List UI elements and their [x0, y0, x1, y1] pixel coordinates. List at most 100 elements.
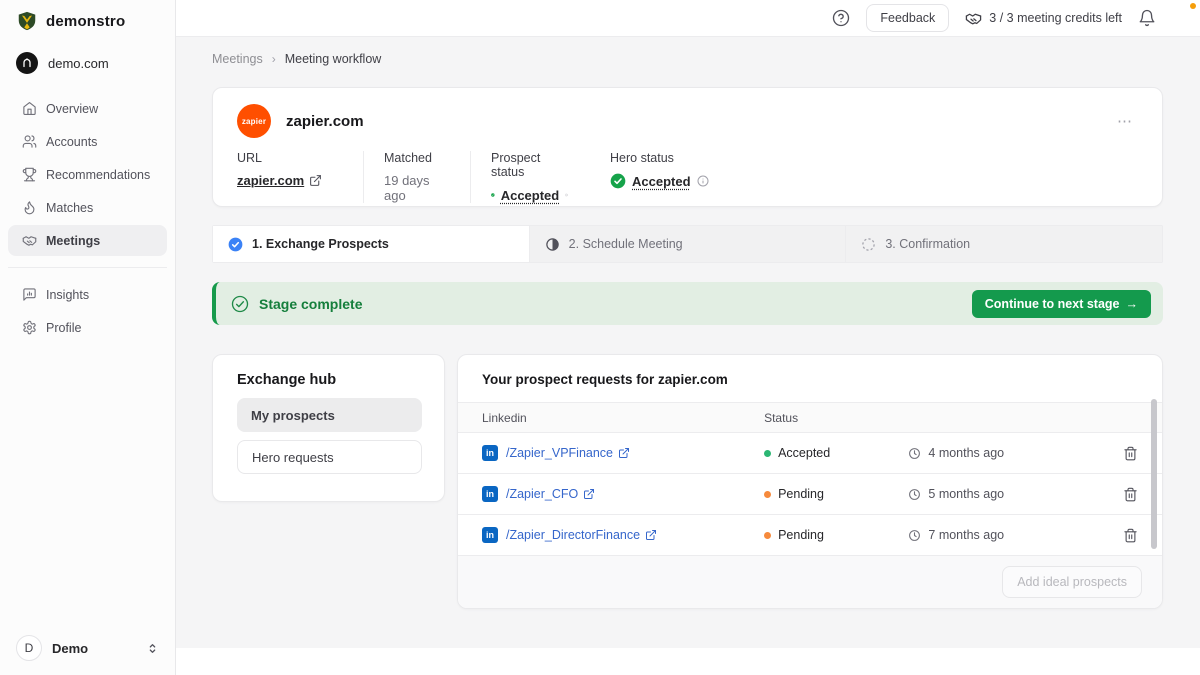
workflow-stepper: 1. Exchange Prospects 2. Schedule Meetin…	[212, 225, 1163, 263]
brand-name: demonstro	[46, 13, 125, 30]
external-link-icon	[618, 447, 630, 459]
users-icon	[22, 134, 37, 149]
table-title: Your prospect requests for zapier.com	[458, 355, 1162, 402]
sidebar-item-label: Insights	[46, 288, 89, 302]
status-dot	[764, 491, 771, 498]
feedback-button[interactable]: Feedback	[866, 4, 949, 32]
sidebar-item-accounts[interactable]: Accounts	[8, 126, 167, 157]
sidebar-divider	[8, 267, 167, 268]
trash-icon[interactable]	[1123, 446, 1138, 461]
add-ideal-prospects-button[interactable]: Add ideal prospects	[1002, 566, 1142, 598]
sidebar-item-label: Profile	[46, 321, 81, 335]
step-exchange-prospects[interactable]: 1. Exchange Prospects	[212, 225, 530, 263]
breadcrumb-current: Meeting workflow	[285, 52, 382, 66]
prospect-status-value[interactable]: Accepted	[501, 188, 560, 203]
tab-my-prospects[interactable]: My prospects	[237, 398, 422, 432]
help-icon[interactable]	[832, 9, 850, 27]
prospect-requests-card: Your prospect requests for zapier.com Li…	[457, 354, 1163, 609]
demonstro-logo-icon	[16, 10, 38, 32]
meta-label: Matched	[384, 151, 448, 165]
time-ago: 4 months ago	[928, 446, 1004, 460]
trash-icon[interactable]	[1123, 528, 1138, 543]
status-dot	[764, 532, 771, 539]
exchange-hub-title: Exchange hub	[237, 372, 422, 388]
meta-url: URL zapier.com	[237, 151, 363, 203]
meta-matched: Matched 19 days ago	[363, 151, 470, 203]
linkedin-profile-link[interactable]: /Zapier_CFO	[506, 487, 595, 501]
trash-icon[interactable]	[1123, 487, 1138, 502]
more-options-icon[interactable]: ⋯	[1113, 112, 1138, 131]
sidebar-item-profile[interactable]: Profile	[8, 312, 167, 343]
user-switcher[interactable]: D Demo	[0, 621, 175, 675]
chart-bubble-icon	[22, 287, 37, 302]
clock-icon	[908, 447, 921, 460]
meta-prospect-status: Prospect status Accepted	[470, 151, 590, 203]
bell-icon[interactable]	[1138, 9, 1156, 27]
hero-status-value[interactable]: Accepted	[632, 174, 691, 189]
continue-next-stage-button[interactable]: Continue to next stage →	[972, 290, 1151, 318]
external-link-icon	[583, 488, 595, 500]
table-header: Linkedin Status	[458, 402, 1162, 433]
stage-complete-banner: Stage complete Continue to next stage →	[212, 282, 1163, 325]
step-schedule-meeting[interactable]: 2. Schedule Meeting	[530, 225, 847, 263]
info-icon[interactable]	[565, 189, 568, 201]
column-header-status: Status	[764, 411, 908, 425]
external-link-icon	[309, 174, 322, 187]
recording-indicator-dot	[1190, 3, 1196, 9]
sidebar-item-meetings[interactable]: Meetings	[8, 225, 167, 256]
breadcrumb-parent[interactable]: Meetings	[212, 52, 263, 66]
table-row: in /Zapier_VPFinance Accepted	[458, 433, 1162, 474]
status-label: Pending	[778, 487, 824, 501]
clock-icon	[908, 488, 921, 501]
matched-value: 19 days ago	[384, 173, 448, 203]
status-dot	[764, 450, 771, 457]
tab-hero-requests[interactable]: Hero requests	[237, 440, 422, 474]
step-confirmation[interactable]: 3. Confirmation	[846, 225, 1163, 263]
breadcrumb: Meetings › Meeting workflow	[212, 37, 1163, 79]
chevron-up-down-icon	[146, 641, 159, 656]
linkedin-icon: in	[482, 445, 498, 461]
table-row: in /Zapier_DirectorFinance Pending	[458, 515, 1162, 556]
brand[interactable]: demonstro	[0, 0, 175, 40]
check-circle-icon	[610, 173, 626, 189]
sidebar-item-insights[interactable]: Insights	[8, 279, 167, 310]
sidebar-item-overview[interactable]: Overview	[8, 93, 167, 124]
meta-label: Hero status	[610, 151, 709, 165]
sidebar-item-label: Accounts	[46, 135, 97, 149]
workspace-selector[interactable]: demo.com	[0, 40, 175, 92]
info-icon[interactable]	[697, 175, 709, 187]
table-footer: Add ideal prospects	[458, 556, 1162, 608]
linkedin-profile-link[interactable]: /Zapier_VPFinance	[506, 446, 630, 460]
clock-icon	[908, 529, 921, 542]
meta-hero-status: Hero status Accepted	[590, 151, 731, 203]
step-complete-icon	[228, 237, 243, 252]
step-label: 2. Schedule Meeting	[569, 237, 683, 251]
meta-label: Prospect status	[491, 151, 568, 179]
workspace-icon	[16, 52, 38, 74]
credits-label: 3 / 3 meeting credits left	[989, 11, 1122, 25]
gear-icon	[22, 320, 37, 335]
table-scrollbar[interactable]	[1151, 399, 1157, 549]
workspace-name: demo.com	[48, 56, 109, 71]
sidebar-item-recommendations[interactable]: Recommendations	[8, 159, 167, 190]
arrow-right-icon: →	[1126, 297, 1139, 311]
meta-label: URL	[237, 151, 341, 165]
content-bottom-strip	[176, 648, 1200, 675]
linkedin-profile-link[interactable]: /Zapier_DirectorFinance	[506, 528, 657, 542]
avatar: D	[16, 635, 42, 661]
sidebar-item-matches[interactable]: Matches	[8, 192, 167, 223]
table-row: in /Zapier_CFO Pending 5 mo	[458, 474, 1162, 515]
account-url-link[interactable]: zapier.com	[237, 173, 322, 188]
time-ago: 5 months ago	[928, 487, 1004, 501]
exchange-hub-card: Exchange hub My prospects Hero requests	[212, 354, 445, 502]
app-window: demonstro demo.com Overview Accounts Rec…	[0, 0, 1200, 675]
linkedin-icon: in	[482, 527, 498, 543]
check-circle-icon	[491, 187, 495, 203]
column-header-linkedin: Linkedin	[482, 411, 764, 425]
sidebar-item-label: Meetings	[46, 234, 100, 248]
step-dashed-circle-icon	[861, 237, 876, 252]
external-link-icon	[645, 529, 657, 541]
topbar: Feedback 3 / 3 meeting credits left	[176, 0, 1200, 37]
sidebar-nav: Overview Accounts Recommendations Matche…	[0, 92, 175, 344]
handshake-icon	[22, 233, 37, 248]
